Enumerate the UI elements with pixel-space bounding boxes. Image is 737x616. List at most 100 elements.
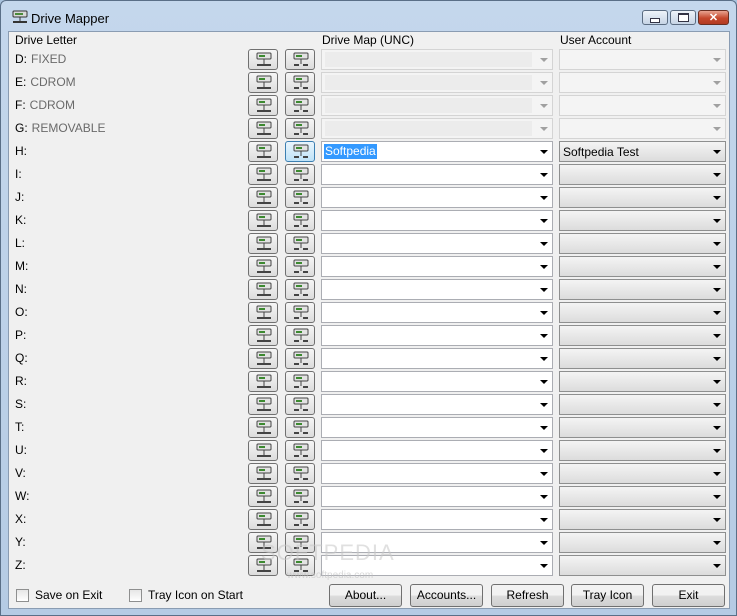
map-drive-button[interactable]: [248, 394, 278, 415]
user-account-combo[interactable]: [559, 187, 726, 208]
tray-icon-button[interactable]: Tray Icon: [571, 584, 644, 607]
map-drive-button[interactable]: [248, 440, 278, 461]
map-drive-button[interactable]: [248, 348, 278, 369]
disconnect-drive-button[interactable]: [285, 279, 315, 300]
user-account-combo[interactable]: [559, 325, 726, 346]
map-drive-button[interactable]: [248, 118, 278, 139]
map-drive-button[interactable]: [248, 279, 278, 300]
user-account-combo[interactable]: [559, 302, 726, 323]
map-drive-button[interactable]: [248, 486, 278, 507]
disconnect-drive-button[interactable]: [285, 325, 315, 346]
chevron-down-icon: [713, 449, 721, 453]
map-drive-button[interactable]: [248, 371, 278, 392]
drive-map-combo[interactable]: [321, 348, 553, 369]
map-drive-button[interactable]: [248, 141, 278, 162]
drive-letter-label: D: FIXED: [15, 52, 66, 66]
disconnect-drive-button[interactable]: [285, 118, 315, 139]
user-account-combo[interactable]: [559, 279, 726, 300]
drive-letter-label: F: CDROM: [15, 98, 75, 112]
exit-button[interactable]: Exit: [652, 584, 725, 607]
watermark-brand: SOFTPEDIA: [261, 540, 395, 565]
user-account-combo[interactable]: [559, 440, 726, 461]
map-drive-icon: [256, 75, 272, 89]
disconnect-drive-button[interactable]: [285, 141, 315, 162]
disconnect-drive-button[interactable]: [285, 210, 315, 231]
user-account-combo[interactable]: [559, 417, 726, 438]
user-account-combo[interactable]: [559, 394, 726, 415]
user-account-combo[interactable]: [559, 509, 726, 530]
disconnect-drive-button[interactable]: [285, 348, 315, 369]
disconnect-drive-button[interactable]: [285, 72, 315, 93]
user-account-combo[interactable]: [559, 371, 726, 392]
disconnect-drive-button[interactable]: [285, 95, 315, 116]
title-bar[interactable]: Drive Mapper ✕: [1, 1, 736, 31]
drive-map-combo[interactable]: [321, 256, 553, 277]
disconnect-drive-button[interactable]: [285, 463, 315, 484]
user-account-combo[interactable]: [559, 233, 726, 254]
accounts-button[interactable]: Accounts...: [410, 584, 483, 607]
refresh-button[interactable]: Refresh: [491, 584, 564, 607]
user-account-combo[interactable]: [559, 210, 726, 231]
map-drive-button[interactable]: [248, 325, 278, 346]
map-drive-button[interactable]: [248, 187, 278, 208]
map-drive-button[interactable]: [248, 463, 278, 484]
disconnect-drive-button[interactable]: [285, 417, 315, 438]
map-drive-button[interactable]: [248, 417, 278, 438]
drive-map-combo[interactable]: [321, 509, 553, 530]
user-account-combo[interactable]: [559, 532, 726, 553]
disconnect-drive-button[interactable]: [285, 233, 315, 254]
maximize-button[interactable]: [670, 10, 696, 25]
disconnect-drive-button[interactable]: [285, 371, 315, 392]
drive-map-combo[interactable]: [321, 394, 553, 415]
disconnect-drive-button[interactable]: [285, 49, 315, 70]
disconnect-drive-button[interactable]: [285, 164, 315, 185]
disconnect-drive-button[interactable]: [285, 302, 315, 323]
user-account-combo[interactable]: [559, 348, 726, 369]
save-on-exit-checkbox[interactable]: [16, 589, 29, 602]
drive-map-combo[interactable]: [321, 187, 553, 208]
drive-map-combo[interactable]: Softpedia: [321, 141, 553, 162]
about-button[interactable]: About...: [329, 584, 402, 607]
map-drive-button[interactable]: [248, 302, 278, 323]
drive-map-combo[interactable]: [321, 164, 553, 185]
drive-letter: M:: [15, 259, 29, 273]
disconnect-drive-button[interactable]: [285, 486, 315, 507]
drive-map-combo[interactable]: [321, 440, 553, 461]
map-drive-button[interactable]: [248, 210, 278, 231]
user-account-combo[interactable]: [559, 486, 726, 507]
disconnect-drive-button[interactable]: [285, 509, 315, 530]
disconnect-drive-button[interactable]: [285, 440, 315, 461]
close-button[interactable]: ✕: [698, 10, 729, 25]
map-drive-button[interactable]: [248, 509, 278, 530]
user-account-combo[interactable]: [559, 463, 726, 484]
drive-map-header: Drive Map (UNC): [322, 33, 415, 47]
drive-map-combo[interactable]: [321, 417, 553, 438]
chevron-down-icon: [540, 380, 548, 384]
map-drive-button[interactable]: [248, 72, 278, 93]
chevron-down-icon: [540, 288, 548, 292]
minimize-button[interactable]: [642, 10, 668, 25]
map-drive-button[interactable]: [248, 233, 278, 254]
map-drive-button[interactable]: [248, 164, 278, 185]
user-account-combo[interactable]: [559, 256, 726, 277]
drive-map-combo[interactable]: [321, 302, 553, 323]
disconnect-drive-button[interactable]: [285, 256, 315, 277]
disconnect-drive-button[interactable]: [285, 187, 315, 208]
drive-map-combo[interactable]: [321, 325, 553, 346]
user-account-combo[interactable]: [559, 555, 726, 576]
drive-map-combo[interactable]: [321, 210, 553, 231]
chevron-down-icon: [713, 518, 721, 522]
user-account-combo[interactable]: [559, 164, 726, 185]
drive-letter-label: U:: [15, 443, 31, 457]
map-drive-button[interactable]: [248, 256, 278, 277]
map-drive-button[interactable]: [248, 49, 278, 70]
disconnect-drive-button[interactable]: [285, 394, 315, 415]
drive-map-combo[interactable]: [321, 486, 553, 507]
drive-map-combo[interactable]: [321, 463, 553, 484]
drive-map-combo[interactable]: [321, 371, 553, 392]
tray-icon-on-start-checkbox[interactable]: [129, 589, 142, 602]
map-drive-button[interactable]: [248, 95, 278, 116]
drive-map-combo[interactable]: [321, 279, 553, 300]
drive-map-combo[interactable]: [321, 233, 553, 254]
user-account-combo[interactable]: Softpedia Test: [559, 141, 726, 162]
